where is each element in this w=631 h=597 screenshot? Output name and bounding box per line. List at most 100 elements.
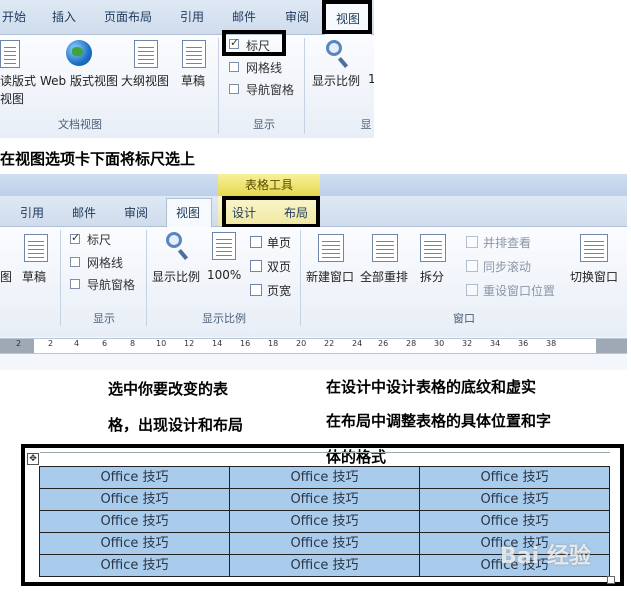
table-header-space (40, 452, 610, 467)
tab-references[interactable]: 引用 (20, 204, 44, 221)
ruler-number: 16 (240, 339, 251, 348)
gridlines-checkbox-label: 网格线 (246, 61, 283, 75)
group-divider (60, 230, 61, 326)
draft-button[interactable]: 草稿 (181, 72, 205, 89)
group-divider (304, 38, 305, 134)
ruler-number: 8 (130, 339, 136, 348)
split-icon (420, 234, 446, 262)
ruler-number: 20 (296, 339, 307, 348)
ruler-number: 22 (324, 339, 335, 348)
zoom-button[interactable]: 显示比例 (312, 72, 360, 89)
nav-pane-checkbox[interactable] (229, 84, 239, 94)
zoom-100-icon (212, 232, 236, 260)
ruler-checkbox[interactable] (70, 231, 80, 244)
side-by-side-button[interactable]: 并排查看 (483, 234, 531, 251)
draft-button[interactable]: 草稿 (22, 268, 46, 285)
table-cell[interactable]: Office 技巧 (40, 467, 229, 488)
gridlines-checkbox[interactable] (70, 257, 80, 267)
ruler-number: 18 (268, 339, 279, 348)
sync-scroll-icon (466, 260, 478, 272)
table-cell[interactable]: Office 技巧 (40, 511, 229, 532)
gridlines-checkbox[interactable] (229, 62, 239, 72)
ruler-number: 28 (406, 339, 417, 348)
arrange-all-button[interactable]: 全部重排 (360, 268, 408, 285)
switch-windows-icon (580, 234, 608, 262)
new-window-icon (318, 234, 344, 262)
highlight-box-design-layout (222, 196, 320, 228)
table-border (40, 532, 610, 533)
table-cell[interactable]: Office 技巧 (40, 489, 229, 510)
ruler-margin-right (596, 339, 627, 353)
tab-insert[interactable]: 插入 (52, 8, 76, 25)
two-pages-button[interactable]: 双页 (267, 258, 291, 275)
group-label-zoom: 显 (360, 118, 372, 131)
gridlines-checkbox-label: 网格线 (87, 256, 124, 270)
reset-window-button[interactable]: 重设窗口位置 (483, 282, 555, 299)
table-cell[interactable]: Office 技巧 (420, 467, 609, 488)
table-border (40, 576, 610, 577)
view-button-partial[interactable]: 图 (0, 268, 12, 285)
ruler-number: 6 (102, 339, 108, 348)
switch-windows-button[interactable]: 切换窗口 (570, 268, 618, 285)
nav-pane-checkbox-label: 导航窗格 (87, 278, 136, 292)
highlight-box-view-tab (322, 0, 372, 34)
one-page-icon (250, 236, 262, 248)
table-cell[interactable]: Office 技巧 (420, 511, 609, 532)
ruler-number: 30 (434, 339, 445, 348)
caption-step-1: 在视图选项卡下面将标尺选上 (0, 150, 196, 168)
tab-review[interactable]: 审阅 (285, 8, 309, 25)
reading-layout-label[interactable]: 读版式 (0, 72, 36, 89)
sync-scroll-button[interactable]: 同步滚动 (483, 258, 531, 275)
horizontal-ruler[interactable]: 2 2 4 6 8 10 12 14 16 18 20 22 24 26 28 … (0, 338, 627, 354)
ruler-number: 14 (212, 339, 223, 348)
page-width-icon (250, 284, 262, 296)
split-button[interactable]: 拆分 (420, 268, 444, 285)
table-cell[interactable]: Office 技巧 (230, 467, 419, 488)
tab-home[interactable]: 开始 (2, 8, 26, 25)
tab-references[interactable]: 引用 (180, 8, 204, 25)
zoom-100-button[interactable]: 100% (207, 268, 241, 282)
arrange-all-icon (372, 234, 398, 262)
table-border (609, 466, 610, 577)
reading-layout-icon (0, 40, 20, 68)
group-label-doc-views: 文档视图 (58, 118, 102, 131)
side-by-side-icon (466, 236, 478, 248)
page-width-button[interactable]: 页宽 (267, 282, 291, 299)
tab-mailings[interactable]: 邮件 (232, 8, 256, 25)
table-border (40, 488, 610, 489)
table-cell[interactable]: Office 技巧 (230, 511, 419, 532)
tab-view[interactable]: 视图 (176, 204, 200, 221)
ruler-number: 38 (546, 339, 557, 348)
table-cell[interactable]: Office 技巧 (40, 555, 229, 576)
tab-page-layout[interactable]: 页面布局 (104, 8, 152, 25)
table-cell[interactable]: Office 技巧 (40, 533, 229, 554)
group-divider (218, 38, 219, 134)
table-cell[interactable]: Office 技巧 (230, 555, 419, 576)
nav-pane-checkbox[interactable] (70, 279, 80, 289)
group-label-show: 显示 (253, 118, 275, 131)
table-cell[interactable]: Office 技巧 (420, 489, 609, 510)
ruler-number: 10 (156, 339, 167, 348)
table-border (40, 510, 610, 511)
reading-layout-label-2[interactable]: 视图 (0, 90, 24, 107)
one-page-button[interactable]: 单页 (267, 234, 291, 251)
caption-design-tip: 在设计中设计表格的底纹和虚实 (326, 378, 537, 396)
tab-review[interactable]: 审阅 (124, 204, 148, 221)
new-window-button[interactable]: 新建窗口 (306, 268, 354, 285)
table-cell[interactable]: Office 技巧 (230, 533, 419, 554)
zoom-button[interactable]: 显示比例 (152, 268, 200, 285)
outline-icon (134, 40, 158, 68)
ruler-number: 12 (184, 339, 195, 348)
tab-mailings[interactable]: 邮件 (72, 204, 96, 221)
group-divider (300, 230, 301, 326)
web-layout-button[interactable]: Web 版式视图 (40, 72, 118, 89)
table-border (419, 466, 420, 577)
table-resize-handle[interactable] (607, 576, 615, 584)
outline-button[interactable]: 大纲视图 (121, 72, 169, 89)
reset-window-icon (466, 284, 478, 296)
draft-icon (24, 234, 48, 262)
zoom-icon (326, 40, 342, 56)
table-cell[interactable]: Office 技巧 (230, 489, 419, 510)
zoom-100-button[interactable]: 1 (368, 72, 374, 86)
table-move-handle-icon[interactable]: ✥ (27, 453, 39, 465)
